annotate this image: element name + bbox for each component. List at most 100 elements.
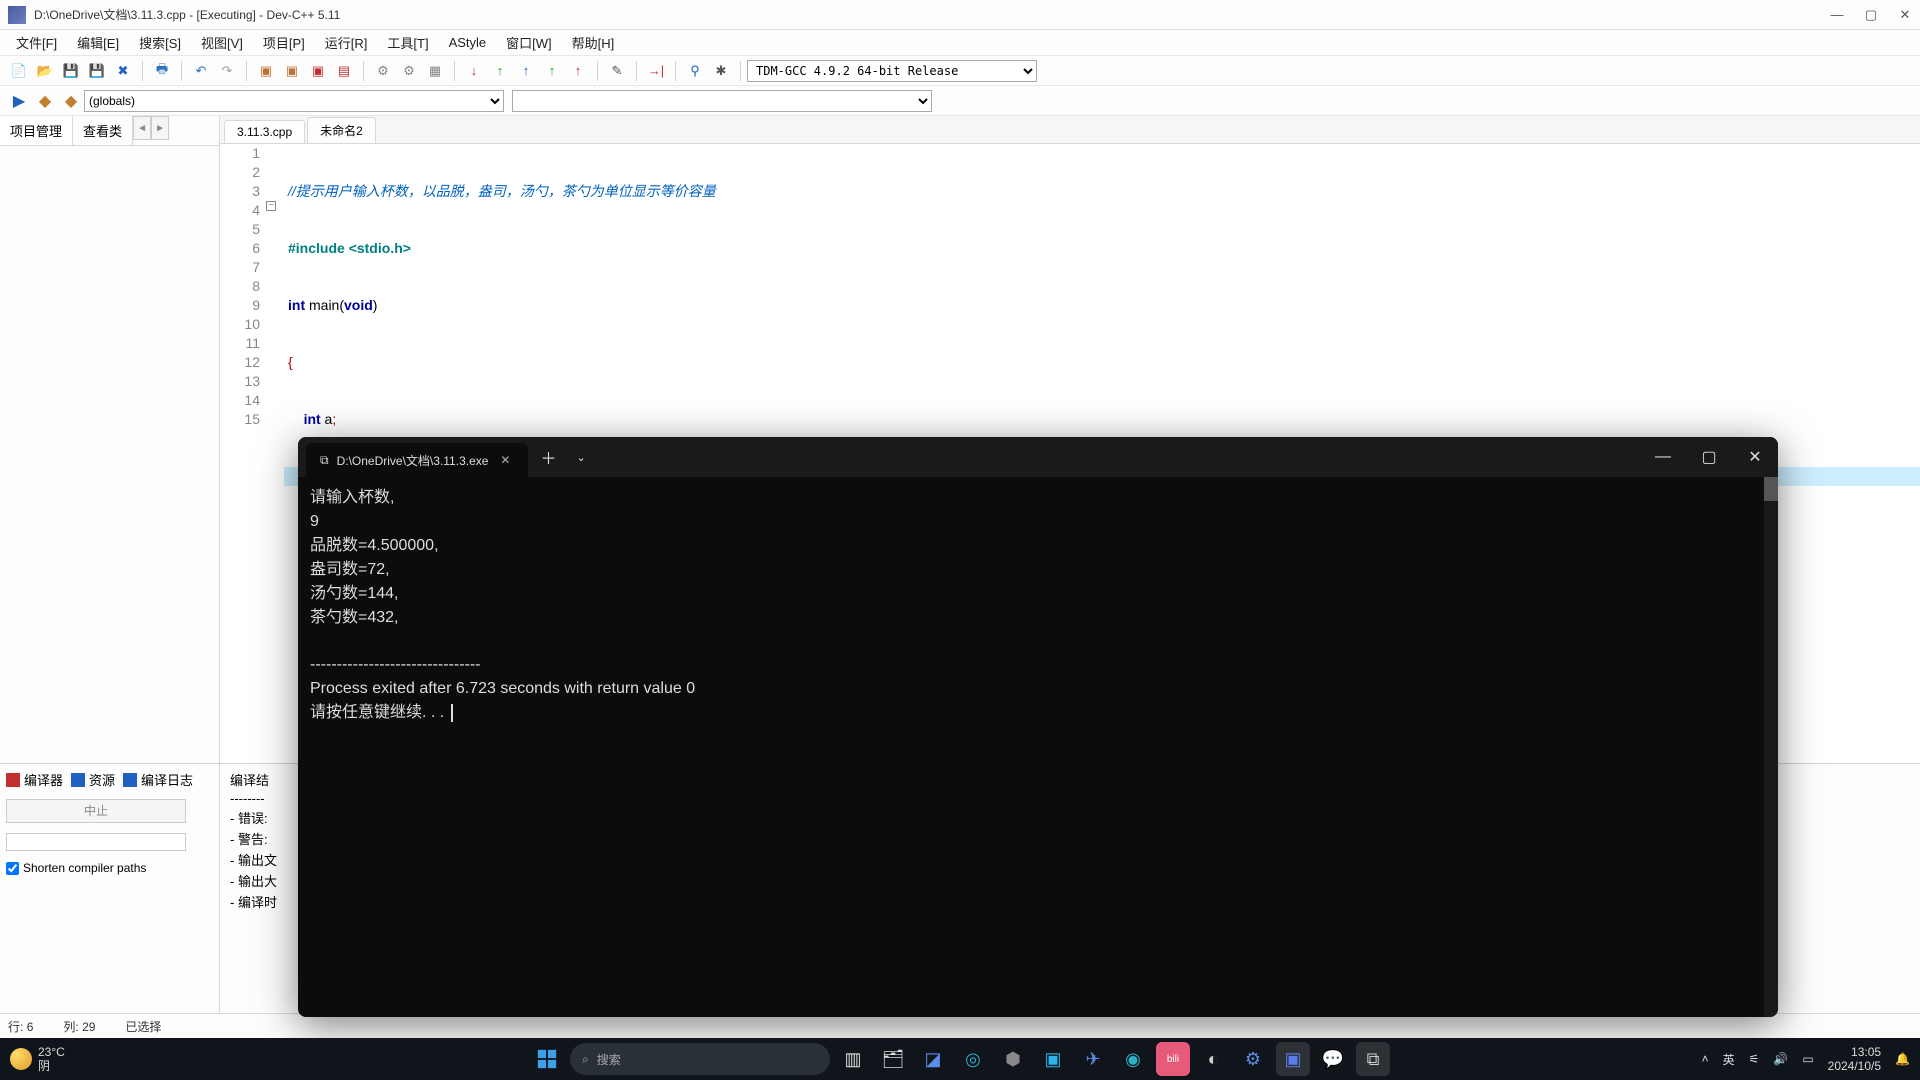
steam-icon[interactable]: ◐ xyxy=(1196,1042,1230,1076)
wechat-icon[interactable]: 💬 xyxy=(1316,1042,1350,1076)
menubar: 文件[F] 编辑[E] 搜索[S] 视图[V] 项目[P] 运行[R] 工具[T… xyxy=(0,30,1920,56)
sidebar-nav-right-icon[interactable]: ► xyxy=(151,116,169,140)
battery-icon[interactable]: ▭ xyxy=(1802,1052,1813,1066)
sidebar-tab-class[interactable]: 查看类 xyxy=(73,116,133,145)
menu-edit[interactable]: 编辑[E] xyxy=(67,30,129,55)
menu-file[interactable]: 文件[F] xyxy=(6,30,67,55)
app-icon-2[interactable]: ⬢ xyxy=(996,1042,1030,1076)
app-icon-6[interactable]: bili xyxy=(1156,1042,1190,1076)
menu-view[interactable]: 视图[V] xyxy=(191,30,253,55)
terminal-minimize-icon[interactable]: — xyxy=(1640,437,1686,477)
new-file-icon[interactable]: 📄 xyxy=(8,60,30,82)
terminal-tab-close-icon[interactable]: ✕ xyxy=(496,453,514,467)
task-view-icon[interactable]: ▥ xyxy=(836,1042,870,1076)
rebuild-icon[interactable]: ▤ xyxy=(333,60,355,82)
app-icon-7[interactable]: ⚙ xyxy=(1236,1042,1270,1076)
start-button-icon[interactable] xyxy=(530,1042,564,1076)
run-icon[interactable]: ▣ xyxy=(281,60,303,82)
window-close-button[interactable]: ✕ xyxy=(1898,8,1912,22)
arrow5-icon[interactable]: ↑ xyxy=(567,60,589,82)
undo-icon[interactable]: ↶ xyxy=(190,60,212,82)
weather-cond: 阴 xyxy=(38,1059,65,1073)
find-icon[interactable]: ⚲ xyxy=(684,60,706,82)
shorten-paths-input[interactable] xyxy=(6,862,19,875)
terminal-scrollbar[interactable] xyxy=(1764,477,1778,1017)
sidebar-tab-project[interactable]: 项目管理 xyxy=(0,116,73,145)
shorten-paths-checkbox[interactable]: Shorten compiler paths xyxy=(6,861,213,875)
app-icon-3[interactable]: ▣ xyxy=(1036,1042,1070,1076)
app-icon-4[interactable]: ✈ xyxy=(1076,1042,1110,1076)
menu-window[interactable]: 窗口[W] xyxy=(496,30,562,55)
toolbar-separator xyxy=(675,61,676,81)
close-icon[interactable]: ✖ xyxy=(112,60,134,82)
terminal-cursor xyxy=(451,704,453,722)
insert2-icon[interactable]: ◆ xyxy=(60,90,82,112)
tray-ime[interactable]: 英 xyxy=(1723,1051,1735,1068)
taskbar-weather[interactable]: 23°C 阴 xyxy=(10,1045,65,1073)
debug2-icon[interactable]: ⚙ xyxy=(398,60,420,82)
app-icon-1[interactable]: ◪ xyxy=(916,1042,950,1076)
file-tab-2[interactable]: 未命名2 xyxy=(307,117,376,143)
terminal-maximize-icon[interactable]: ▢ xyxy=(1686,437,1732,477)
terminal-scrollbar-thumb[interactable] xyxy=(1764,477,1778,501)
window-minimize-button[interactable]: — xyxy=(1830,8,1844,22)
devcpp-taskbar-icon[interactable]: ▣ xyxy=(1276,1042,1310,1076)
taskbar-search[interactable]: ⌕ 搜索 xyxy=(570,1043,830,1075)
compile-run-icon[interactable]: ▣ xyxy=(307,60,329,82)
fold-toggle-icon[interactable]: − xyxy=(266,201,276,211)
bottom-tab-compiler[interactable]: 编译器 xyxy=(6,770,63,789)
print-icon[interactable]: 🖶 xyxy=(151,60,173,82)
terminal-close-icon[interactable]: ✕ xyxy=(1732,437,1778,477)
open-file-icon[interactable]: 📂 xyxy=(34,60,56,82)
menu-tools[interactable]: 工具[T] xyxy=(377,30,438,55)
menu-project[interactable]: 项目[P] xyxy=(253,30,315,55)
explorer-icon[interactable]: 🗂 xyxy=(876,1042,910,1076)
compile-icon[interactable]: ▣ xyxy=(255,60,277,82)
volume-icon[interactable]: 🔊 xyxy=(1773,1052,1788,1066)
toolbar-separator xyxy=(740,61,741,81)
line-gutter: 123 456 789 101112 131415 xyxy=(220,144,266,763)
window-maximize-button[interactable]: ▢ xyxy=(1864,8,1878,22)
terminal-output[interactable]: 请输入杯数, 9 品脱数=4.500000, 盎司数=72, 汤勺数=144, … xyxy=(298,477,1778,1017)
stop-button[interactable]: 中止 xyxy=(6,799,186,823)
bookmark-icon[interactable]: ✎ xyxy=(606,60,628,82)
menu-run[interactable]: 运行[R] xyxy=(315,30,378,55)
insert-icon[interactable]: ◆ xyxy=(34,90,56,112)
notification-icon[interactable]: 🔔 xyxy=(1895,1052,1910,1066)
arrow4-icon[interactable]: ↑ xyxy=(541,60,563,82)
menu-help[interactable]: 帮助[H] xyxy=(562,30,625,55)
edge-icon[interactable]: ◎ xyxy=(956,1042,990,1076)
arrow2-icon[interactable]: ↑ xyxy=(489,60,511,82)
menu-search[interactable]: 搜索[S] xyxy=(129,30,191,55)
goto-icon[interactable]: →| xyxy=(645,60,667,82)
wifi-icon[interactable]: ⚟ xyxy=(1749,1052,1760,1066)
debug-icon[interactable]: ⚙ xyxy=(372,60,394,82)
terminal-taskbar-icon[interactable]: ⧉ xyxy=(1356,1042,1390,1076)
bottom-tab-log[interactable]: 编译日志 xyxy=(123,770,193,789)
arrow3-icon[interactable]: ↑ xyxy=(515,60,537,82)
window-title: D:\OneDrive\文档\3.11.3.cpp - [Executing] … xyxy=(34,6,1830,23)
redo-icon[interactable]: ↷ xyxy=(216,60,238,82)
symbol-select[interactable] xyxy=(512,90,932,112)
file-tab-1[interactable]: 3.11.3.cpp xyxy=(224,120,305,143)
taskbar-clock[interactable]: 13:05 2024/10/5 xyxy=(1828,1045,1881,1073)
new-project-icon[interactable]: ▶ xyxy=(8,90,30,112)
arrow1-icon[interactable]: ↓ xyxy=(463,60,485,82)
terminal-titlebar[interactable]: ⧉ D:\OneDrive\文档\3.11.3.exe ✕ ＋ ⌄ — ▢ ✕ xyxy=(298,437,1778,477)
toolbar-separator xyxy=(142,61,143,81)
app-icon-5[interactable]: ◉ xyxy=(1116,1042,1150,1076)
scope-select[interactable]: (globals) xyxy=(84,90,504,112)
profile-icon[interactable]: ▦ xyxy=(424,60,446,82)
terminal-dropdown-icon[interactable]: ⌄ xyxy=(569,451,594,464)
menu-astyle[interactable]: AStyle xyxy=(439,32,497,53)
replace-icon[interactable]: ✱ xyxy=(710,60,732,82)
compiler-select[interactable]: TDM-GCC 4.9.2 64-bit Release xyxy=(747,60,1037,82)
toolbar-separator xyxy=(454,61,455,81)
terminal-tab[interactable]: ⧉ D:\OneDrive\文档\3.11.3.exe ✕ xyxy=(306,443,528,477)
terminal-new-tab-icon[interactable]: ＋ xyxy=(528,445,568,469)
save-all-icon[interactable]: 💾 xyxy=(86,60,108,82)
tray-chevron-icon[interactable]: ˄ xyxy=(1702,1052,1709,1066)
sidebar-nav-left-icon[interactable]: ◄ xyxy=(133,116,151,140)
bottom-tab-resource[interactable]: 资源 xyxy=(71,770,115,789)
save-icon[interactable]: 💾 xyxy=(60,60,82,82)
